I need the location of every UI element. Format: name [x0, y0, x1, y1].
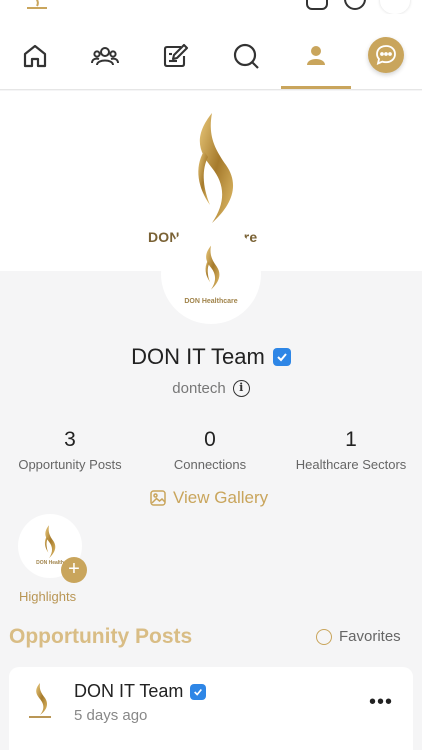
search-icon — [233, 43, 259, 69]
profile-icon — [307, 46, 325, 65]
nav-compose[interactable] — [155, 36, 195, 76]
profile-name-row: DON IT Team — [0, 344, 422, 370]
chat-button[interactable] — [368, 37, 404, 73]
post-author-name[interactable]: DON IT Team — [74, 681, 183, 702]
nav-search[interactable] — [226, 36, 266, 76]
stat-label: Connections — [173, 457, 247, 472]
view-gallery-label: View Gallery — [173, 488, 269, 507]
stat-healthcare-sectors[interactable]: 1 Healthcare Sectors — [288, 428, 414, 472]
active-tab-indicator — [281, 86, 351, 89]
view-gallery-link[interactable]: View Gallery — [150, 488, 268, 508]
stat-opportunity-posts[interactable]: 3 Opportunity Posts — [10, 428, 130, 472]
post-timestamp: 5 days ago — [74, 707, 148, 724]
stat-label: Opportunity Posts — [18, 457, 122, 472]
flame-logo — [198, 113, 234, 223]
chat-icon — [376, 45, 396, 66]
opportunity-posts-title: Opportunity Posts — [9, 625, 193, 648]
profile-handle-row: dontech i — [0, 380, 422, 397]
more-horizontal-icon[interactable]: ••• — [369, 691, 393, 714]
notification-icon[interactable] — [344, 0, 366, 10]
header-avatar[interactable] — [380, 0, 410, 14]
image-icon — [150, 490, 166, 506]
highlight-flame-logo — [44, 525, 56, 559]
verified-badge-icon — [190, 683, 207, 700]
highlights-label: Highlights — [19, 589, 77, 604]
main-navigation — [0, 14, 422, 90]
add-highlight-button[interactable]: + — [61, 557, 87, 583]
nav-groups[interactable] — [85, 36, 125, 76]
verified-badge-icon — [272, 348, 291, 366]
avatar-flame-logo — [205, 245, 220, 290]
stat-label: Healthcare Sectors — [295, 457, 407, 472]
nav-home[interactable] — [15, 36, 55, 76]
stat-value: 3 — [64, 428, 76, 451]
post-author-avatar[interactable] — [23, 681, 57, 721]
favorites-toggle[interactable]: Favorites — [316, 628, 401, 645]
stat-value: 1 — [345, 428, 357, 451]
stat-connections[interactable]: 0 Connections — [160, 428, 260, 472]
profile-avatar[interactable]: DON Healthcare — [161, 224, 261, 324]
post-author-row: DON IT Team — [74, 681, 207, 702]
profile-handle: dontech — [172, 380, 226, 397]
top-strip — [0, 0, 422, 14]
nav-profile[interactable] — [296, 36, 336, 76]
groups-icon — [91, 47, 119, 66]
home-icon — [23, 44, 47, 68]
add-post-icon[interactable] — [306, 0, 328, 10]
info-icon[interactable]: i — [232, 380, 250, 397]
stat-value: 0 — [204, 428, 216, 451]
compose-icon — [163, 43, 189, 68]
profile-name: DON IT Team — [131, 344, 265, 369]
favorites-label: Favorites — [339, 628, 401, 645]
avatar-brand-text: DON Healthcare — [184, 298, 238, 305]
post-card[interactable]: DON IT Team 5 days ago ••• — [9, 667, 413, 750]
mini-logo — [27, 0, 47, 9]
radio-icon — [316, 628, 332, 645]
